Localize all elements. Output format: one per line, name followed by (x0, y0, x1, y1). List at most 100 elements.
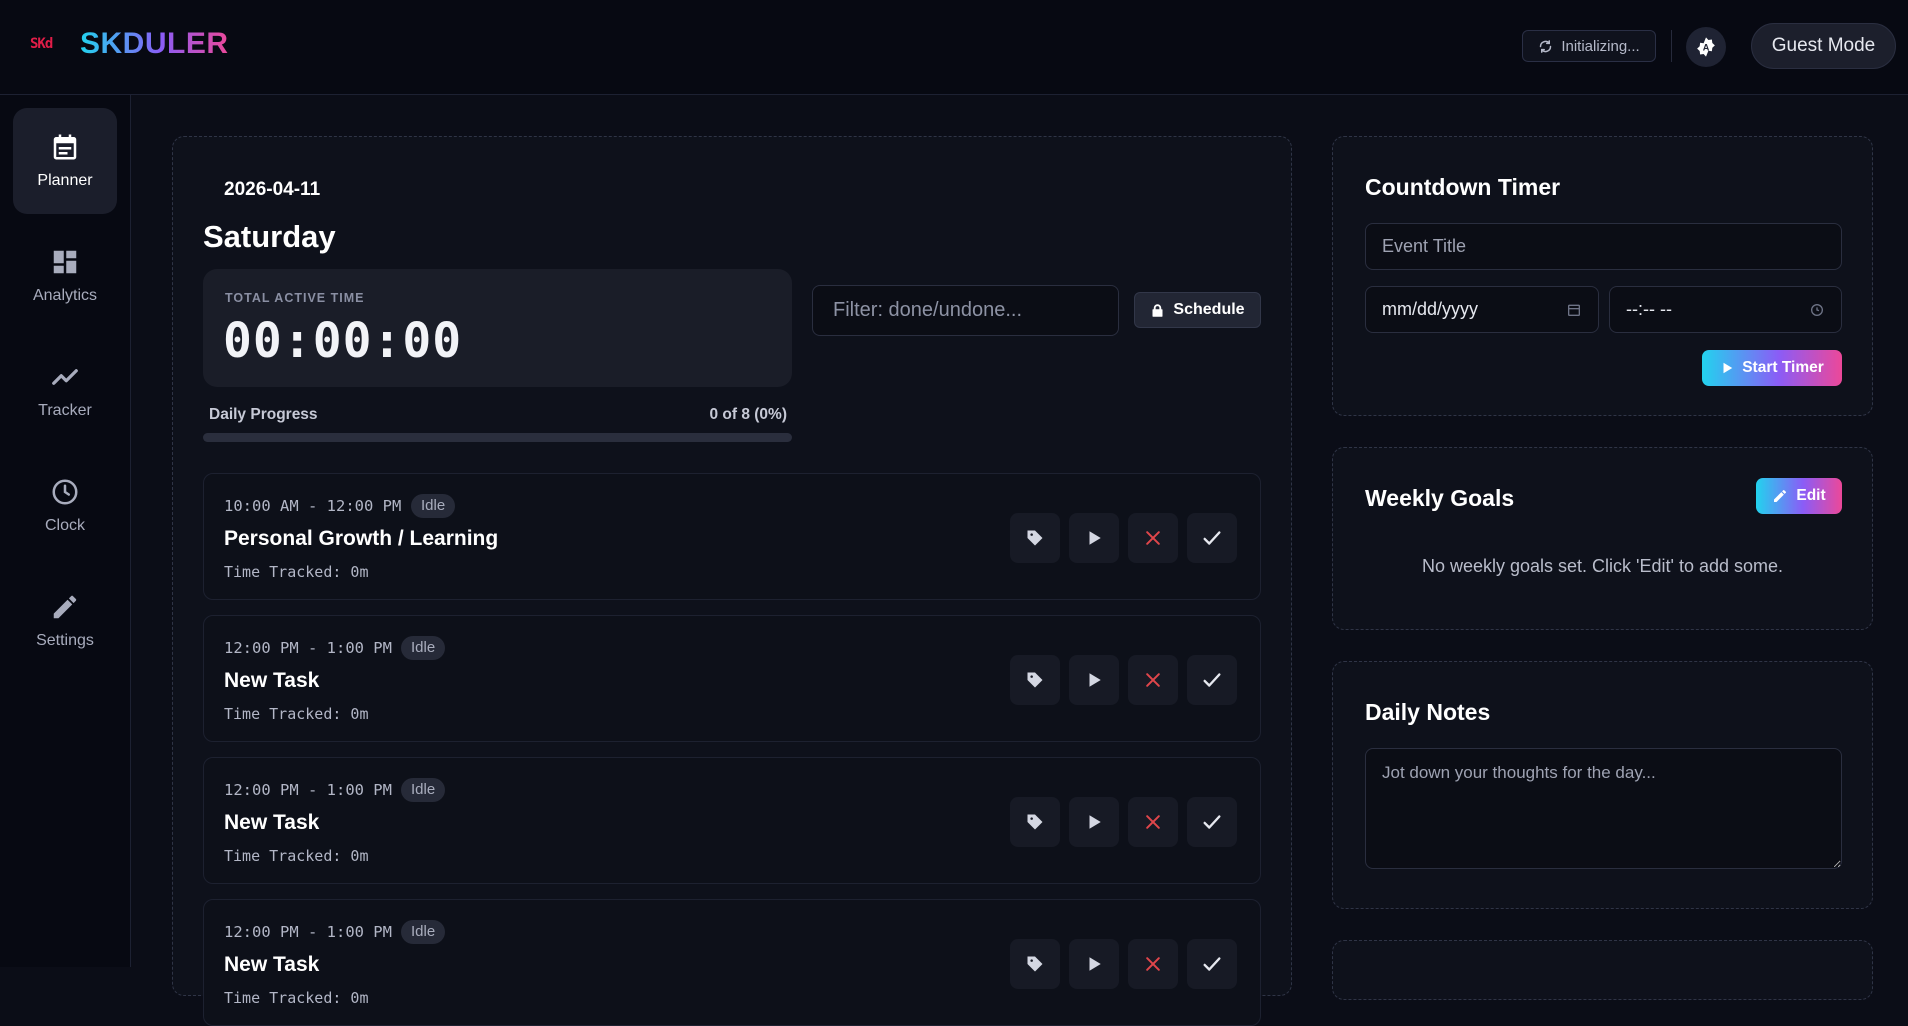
total-active-time-card: TOTAL ACTIVE TIME 00:00:00 (203, 269, 792, 387)
next-card (1332, 940, 1873, 1000)
tag-icon (1027, 530, 1043, 546)
countdown-timer-card: Countdown Timer Event Title mm/dd/yyyy -… (1332, 136, 1873, 416)
sync-status-badge: Initializing... (1522, 30, 1656, 62)
task-row: 12:00 PM - 1:00 PM Idle New Task Time Tr… (203, 615, 1261, 742)
play-icon (1089, 673, 1101, 687)
start-task-button[interactable] (1069, 513, 1119, 563)
task-time-range: 12:00 PM - 1:00 PM (224, 639, 392, 657)
remove-task-button[interactable] (1128, 939, 1178, 989)
play-icon (1089, 531, 1101, 545)
remove-task-button[interactable] (1128, 513, 1178, 563)
event-time-input[interactable]: --:-- -- (1609, 286, 1842, 333)
daily-progress-bar (203, 433, 792, 442)
task-time-range: 12:00 PM - 1:00 PM (224, 923, 392, 941)
tag-button[interactable] (1010, 513, 1060, 563)
clock-icon (52, 479, 78, 505)
task-row: 10:00 AM - 12:00 PM Idle Personal Growth… (203, 473, 1261, 600)
task-status-badge: Idle (401, 778, 446, 802)
daily-progress-count: 0 of 8 (0%) (709, 406, 787, 423)
guest-mode-button[interactable]: Guest Mode (1751, 23, 1896, 69)
task-filter-input[interactable] (812, 285, 1119, 336)
theme-toggle-button[interactable]: A (1686, 27, 1726, 67)
event-date-placeholder: mm/dd/yyyy (1382, 299, 1479, 319)
play-icon (1089, 815, 1101, 829)
task-row: 12:00 PM - 1:00 PM Idle New Task Time Tr… (203, 899, 1261, 1026)
play-icon (1723, 362, 1733, 374)
start-timer-label: Start Timer (1742, 359, 1824, 376)
svg-text:A: A (1703, 43, 1710, 53)
weekly-goals-card: Weekly Goals Edit No weekly goals set. C… (1332, 447, 1873, 630)
tag-button[interactable] (1010, 797, 1060, 847)
countdown-title: Countdown Timer (1365, 174, 1561, 200)
tag-icon (1027, 956, 1043, 972)
planner-date: 2026-04-11 (224, 179, 321, 200)
app-logo-text[interactable]: SKDULER (80, 27, 229, 61)
event-time-placeholder: --:-- -- (1626, 299, 1672, 319)
task-time-tracked: Time Tracked: 0m (224, 847, 369, 865)
event-title-input[interactable]: Event Title (1365, 223, 1842, 270)
daily-notes-textarea[interactable] (1365, 748, 1842, 869)
weekly-goals-empty-text: No weekly goals set. Click 'Edit' to add… (1421, 556, 1784, 576)
sidebar-item-analytics[interactable]: Analytics (13, 223, 117, 329)
task-row: 12:00 PM - 1:00 PM Idle New Task Time Tr… (203, 757, 1261, 884)
planner-day: Saturday (203, 219, 336, 254)
app-header: SKd SKDULER Initializing... A Guest Mode (0, 0, 1908, 95)
start-timer-button[interactable]: Start Timer (1702, 350, 1842, 386)
sidebar-item-tracker[interactable]: Tracker (13, 338, 117, 444)
sidebar-item-label: Analytics (32, 287, 98, 304)
task-time-tracked: Time Tracked: 0m (224, 989, 369, 1007)
complete-task-button[interactable] (1187, 655, 1237, 705)
task-time-range: 10:00 AM - 12:00 PM (224, 497, 402, 515)
daily-progress-label: Daily Progress (209, 406, 318, 423)
sync-status-text: Initializing... (1561, 37, 1640, 55)
close-icon (1146, 531, 1160, 545)
pencil-icon (1774, 489, 1787, 502)
task-status-badge: Idle (401, 920, 446, 944)
planner-panel: 2026-04-11 Saturday TOTAL ACTIVE TIME 00… (172, 136, 1292, 1026)
header-divider (1671, 30, 1672, 62)
close-icon (1146, 957, 1160, 971)
task-title[interactable]: New Task (224, 669, 319, 693)
task-title[interactable]: Personal Growth / Learning (224, 527, 498, 551)
tag-button[interactable] (1010, 939, 1060, 989)
calendar-picker-icon (1568, 304, 1580, 316)
sidebar-item-label: Planner (37, 172, 93, 189)
task-title[interactable]: New Task (224, 953, 319, 977)
total-active-time-label: TOTAL ACTIVE TIME (225, 291, 365, 305)
sidebar-item-settings[interactable]: Settings (13, 568, 117, 674)
start-task-button[interactable] (1069, 939, 1119, 989)
edit-goals-label: Edit (1796, 487, 1826, 504)
sidebar-item-label: Clock (44, 517, 85, 534)
sidebar-item-planner[interactable]: Planner (13, 108, 117, 214)
remove-task-button[interactable] (1128, 797, 1178, 847)
weekly-goals-title: Weekly Goals (1365, 485, 1515, 511)
complete-task-button[interactable] (1187, 797, 1237, 847)
play-icon (1089, 957, 1101, 971)
check-icon (1203, 673, 1221, 687)
remove-task-button[interactable] (1128, 655, 1178, 705)
complete-task-button[interactable] (1187, 513, 1237, 563)
time-picker-icon (1811, 303, 1823, 316)
task-time-tracked: Time Tracked: 0m (224, 705, 369, 723)
tag-icon (1027, 672, 1043, 688)
task-status-badge: Idle (411, 494, 456, 518)
tag-button[interactable] (1010, 655, 1060, 705)
daily-notes-card: Daily Notes (1332, 661, 1873, 909)
complete-task-button[interactable] (1187, 939, 1237, 989)
sidebar-item-clock[interactable]: Clock (13, 453, 117, 559)
tag-icon (1027, 814, 1043, 830)
check-icon (1203, 531, 1221, 545)
sidebar-nav: Planner Analytics Tracker Clock Settings (0, 95, 131, 967)
task-title[interactable]: New Task (224, 811, 319, 835)
sync-icon (1540, 39, 1552, 53)
edit-goals-button[interactable]: Edit (1756, 478, 1842, 514)
schedule-button[interactable]: Schedule (1134, 292, 1261, 328)
event-date-input[interactable]: mm/dd/yyyy (1365, 286, 1599, 333)
pencil-icon (53, 595, 77, 619)
close-icon (1146, 815, 1160, 829)
start-task-button[interactable] (1069, 797, 1119, 847)
dashboard-icon (53, 250, 77, 274)
start-task-button[interactable] (1069, 655, 1119, 705)
check-icon (1203, 957, 1221, 971)
calendar-icon (53, 134, 77, 160)
